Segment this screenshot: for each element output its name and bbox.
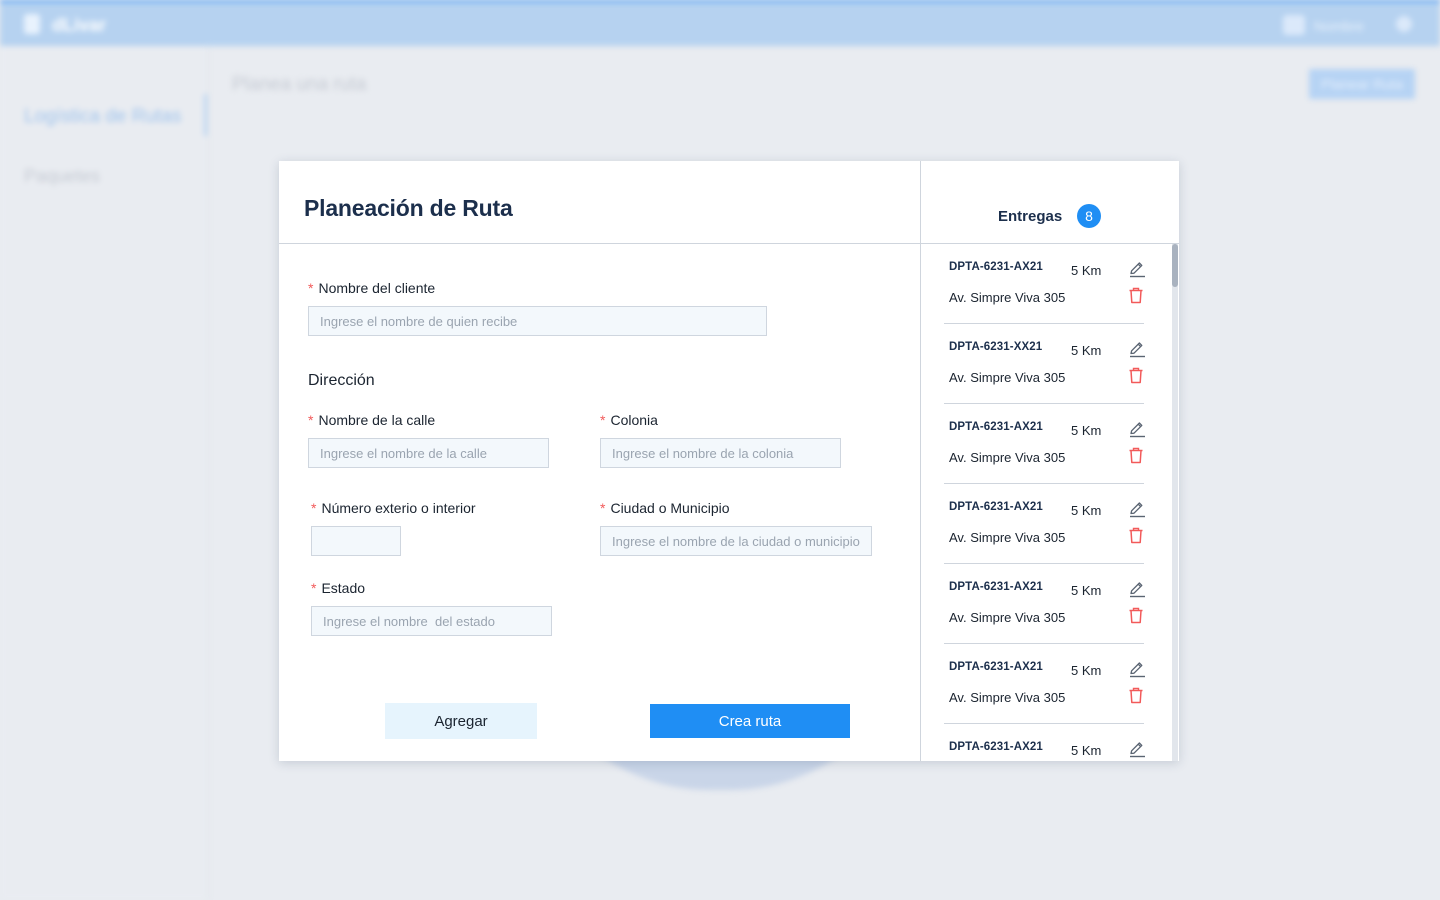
modal-title: Planeación de Ruta [304,195,513,221]
delivery-distance: 5 Km [1071,503,1102,518]
delivery-code: DPTA-6231-AX21 [949,661,1043,673]
address-section-title: Dirección [308,372,375,389]
avatar[interactable] [1283,15,1305,35]
number-label: * Número exterio o interior [311,500,476,516]
deliveries-panel: Entregas 8 DPTA-6231-AX21 5 Km Av. Simpr… [921,161,1179,761]
create-route-button[interactable]: Crea ruta [650,704,850,738]
delivery-address: Av. Simpre Viva 305 [949,370,1066,385]
top-bar: dLivar Nombre [0,0,1440,46]
scrollbar-thumb[interactable] [1172,244,1178,287]
plan-route-button[interactable]: Planear Ruta [1309,69,1415,99]
city-label: * Ciudad o Municipio [600,500,730,516]
sidebar-item-logistica[interactable]: Logística de Rutas [24,106,181,128]
colonia-input[interactable] [600,438,841,468]
list-item: DPTA-6231-AX21 5 Km Av. Simpre Viva 305 [921,244,1171,324]
state-label-text: Estado [321,580,366,596]
list-item: DPTA-6231-AX21 5 Km Av. Simpre Viva 305 [921,484,1171,564]
client-name-label-text: Nombre del cliente [318,280,436,296]
modal-header: Planeación de Ruta [279,161,920,244]
delivery-code: DPTA-6231-AX21 [949,261,1043,273]
delivery-address: Av. Simpre Viva 305 [949,610,1066,625]
client-name-label: * Nombre del cliente [308,280,435,296]
route-form: Planeación de Ruta *Nombre del cliente D… [279,161,920,761]
delivery-address: Av. Simpre Viva 305 [949,450,1066,465]
delivery-distance: 5 Km [1071,583,1102,598]
deliveries-title: Entregas [998,208,1063,225]
route-planning-modal: Planeación de Ruta *Nombre del cliente D… [279,161,1179,761]
list-item: DPTA-6231-AX21 5 Km Av. Simpre Viva 305 [921,644,1171,724]
state-label: * Estado [311,580,365,596]
trash-icon[interactable] [1128,527,1144,544]
deliveries-header: Entregas 8 [921,161,1179,244]
deliveries-list-viewport[interactable]: DPTA-6231-AX21 5 Km Av. Simpre Viva 305 … [921,244,1179,761]
required-mark: * [600,412,606,428]
delivery-distance: 5 Km [1071,343,1102,358]
city-label-text: Ciudad o Municipio [610,500,730,516]
state-input[interactable] [311,606,552,636]
required-mark: * [308,412,314,428]
number-label-text: Número exterio o interior [321,500,476,516]
pencil-icon[interactable] [1128,260,1146,278]
delivery-distance: 5 Km [1071,743,1102,758]
page-title: Planea una ruta [232,74,367,95]
trash-icon[interactable] [1128,447,1144,464]
list-item: DPTA-6231-AX21 5 Km Av. Simpre Viva 305 [921,724,1171,761]
sidebar: Logística de Rutas Paquetes [0,46,208,900]
delivery-distance: 5 Km [1071,663,1102,678]
trash-icon[interactable] [1128,607,1144,624]
deliveries-list: DPTA-6231-AX21 5 Km Av. Simpre Viva 305 … [921,244,1171,761]
required-mark: * [308,280,314,296]
delivery-address: Av. Simpre Viva 305 [949,530,1066,545]
street-label: * Nombre de la calle [308,412,435,428]
pencil-icon[interactable] [1128,340,1146,358]
sidebar-item-paquetes[interactable]: Paquetes [24,166,100,187]
pencil-icon[interactable] [1128,740,1146,758]
app-logo: dLivar [52,15,107,35]
delivery-code: DPTA-6231-XX21 [949,341,1043,353]
deliveries-count-badge: 8 [1077,204,1101,228]
delivery-code: DPTA-6231-AX21 [949,501,1043,513]
colonia-label-text: Colonia [610,412,658,428]
colonia-label: * Colonia [600,412,658,428]
street-label-text: Nombre de la calle [318,412,436,428]
delivery-distance: 5 Km [1071,263,1102,278]
sidebar-active-indicator [204,94,207,136]
list-item: DPTA-6231-AX21 5 Km Av. Simpre Viva 305 [921,404,1171,484]
delivery-code: DPTA-6231-AX21 [949,421,1043,433]
delivery-address: Av. Simpre Viva 305 [949,690,1066,705]
street-input[interactable] [308,438,549,468]
trash-icon[interactable] [1128,367,1144,384]
city-input[interactable] [600,526,872,556]
pencil-icon[interactable] [1128,500,1146,518]
required-mark: * [311,580,317,596]
delivery-distance: 5 Km [1071,423,1102,438]
required-mark: * [600,500,606,516]
client-name-input[interactable] [308,306,767,336]
delivery-code: DPTA-6231-AX21 [949,581,1043,593]
number-input[interactable] [311,526,401,556]
required-mark: * [311,500,317,516]
trash-icon[interactable] [1128,287,1144,304]
delivery-code: DPTA-6231-AX21 [949,741,1043,753]
pencil-icon[interactable] [1128,580,1146,598]
trash-icon[interactable] [1128,687,1144,704]
list-item: DPTA-6231-XX21 5 Km Av. Simpre Viva 305 [921,324,1171,404]
pencil-icon[interactable] [1128,420,1146,438]
add-button[interactable]: Agregar [385,703,537,739]
logo-icon [24,14,40,34]
user-name[interactable]: Nombre [1314,18,1364,34]
pencil-icon[interactable] [1128,660,1146,678]
menu-icon[interactable] [1396,16,1412,32]
scrollbar-track[interactable] [1172,244,1178,761]
delivery-address: Av. Simpre Viva 305 [949,290,1066,305]
list-item: DPTA-6231-AX21 5 Km Av. Simpre Viva 305 [921,564,1171,644]
